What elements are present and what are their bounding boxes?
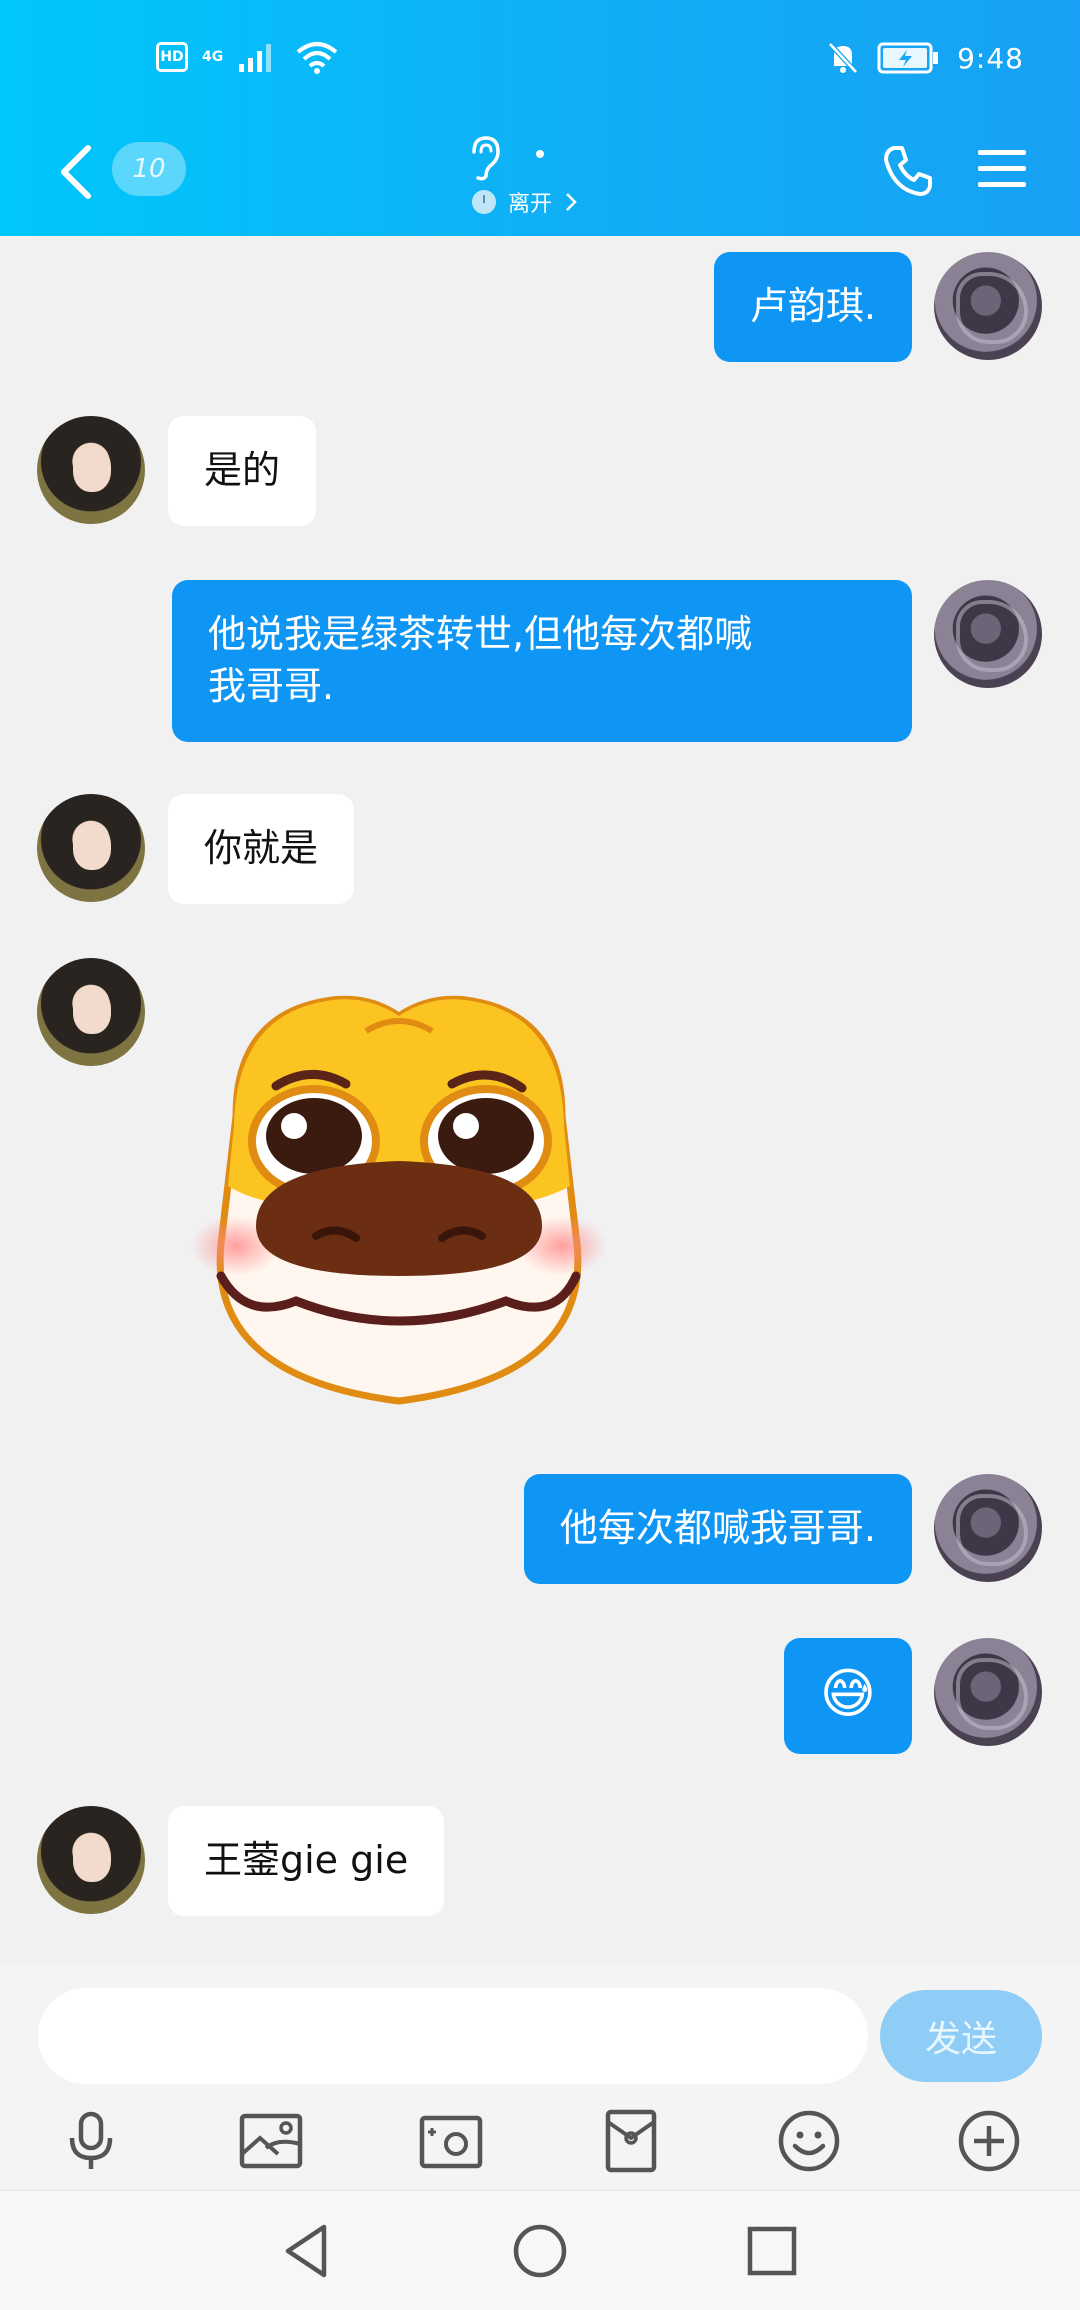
message-bubble-outgoing[interactable]: 卢韵琪. xyxy=(713,252,912,362)
chat-header: HD 4G 9:48 10 离开 xyxy=(0,0,1080,236)
composer: 发送 xyxy=(0,1964,1080,2190)
message-row: 卢韵琪. xyxy=(0,252,1080,362)
message-row: 是的 xyxy=(0,416,1080,526)
presence-label: 离开 xyxy=(508,192,553,217)
chat-nav-bar: 10 离开 xyxy=(0,130,1080,236)
message-bubble-incoming[interactable]: 是的 xyxy=(168,416,317,526)
message-line: 我哥哥. xyxy=(208,664,335,708)
contact-avatar[interactable] xyxy=(37,958,145,1066)
red-packet-icon[interactable] xyxy=(598,2108,664,2174)
message-bubble-emoji[interactable]: 😅 xyxy=(783,1638,912,1754)
microphone-icon[interactable] xyxy=(58,2108,124,2174)
nav-back-button[interactable] xyxy=(278,2221,338,2281)
message-row: 他说我是绿茶转世,但他每次都喊 我哥哥. xyxy=(0,580,1080,742)
nav-home-button[interactable] xyxy=(510,2221,570,2281)
plus-icon[interactable] xyxy=(956,2108,1022,2174)
signal-icon xyxy=(237,40,281,74)
presence-status[interactable]: 离开 xyxy=(472,186,578,218)
nav-recents-button[interactable] xyxy=(742,2221,802,2281)
message-row: 王蓥gie gie xyxy=(0,1806,1080,1916)
my-avatar[interactable] xyxy=(934,1474,1042,1582)
back-button[interactable] xyxy=(52,140,102,204)
circle-home-icon xyxy=(513,2224,567,2278)
ear-icon[interactable] xyxy=(466,134,502,182)
message-bubble-outgoing[interactable]: 他每次都喊我哥哥. xyxy=(523,1474,912,1584)
unread-count-badge[interactable]: 10 xyxy=(112,142,186,196)
status-left: HD 4G xyxy=(156,40,339,74)
message-line: 他说我是绿茶转世,但他每次都喊 xyxy=(208,612,753,656)
wifi-icon xyxy=(295,40,339,74)
clock-icon xyxy=(472,190,496,214)
contact-avatar[interactable] xyxy=(37,794,145,902)
smiling-dog-sticker[interactable] xyxy=(176,976,622,1422)
hd-badge: HD xyxy=(156,42,188,72)
contact-avatar[interactable] xyxy=(37,416,145,524)
hamburger-menu-icon xyxy=(978,150,1026,187)
emoji-icon[interactable] xyxy=(776,2108,842,2174)
triangle-back-icon xyxy=(285,2224,327,2278)
message-row: 😅 xyxy=(0,1638,1080,1754)
status-bar: HD 4G 9:48 xyxy=(0,0,1080,130)
message-row: 他每次都喊我哥哥. xyxy=(0,1474,1080,1584)
system-navigation-bar xyxy=(0,2190,1080,2310)
chevron-left-icon xyxy=(61,145,91,199)
bell-muted-icon xyxy=(825,40,861,76)
contact-name-dot xyxy=(536,150,544,158)
message-input[interactable] xyxy=(38,1988,868,2084)
clock-time: 9:48 xyxy=(957,41,1024,75)
chevron-right-icon xyxy=(566,193,577,211)
square-recents-icon xyxy=(747,2226,797,2276)
message-bubble-incoming[interactable]: 你就是 xyxy=(168,794,355,904)
message-row: 你就是 xyxy=(0,794,1080,904)
message-row xyxy=(0,958,1080,1438)
my-avatar[interactable] xyxy=(934,1638,1042,1746)
network-type: 4G xyxy=(202,49,224,65)
composer-toolbar xyxy=(0,2094,1080,2190)
message-list[interactable]: 卢韵琪. 是的 他说我是绿茶转世,但他每次都喊 我哥哥. 你就是 他每次都喊我哥… xyxy=(0,236,1080,1964)
phone-icon xyxy=(884,146,932,196)
battery-charging-icon xyxy=(877,42,941,74)
send-button[interactable]: 发送 xyxy=(880,1990,1042,2082)
contact-avatar[interactable] xyxy=(37,1806,145,1914)
my-avatar[interactable] xyxy=(934,580,1042,688)
message-bubble-incoming[interactable]: 王蓥gie gie xyxy=(168,1806,445,1916)
my-avatar[interactable] xyxy=(934,252,1042,360)
phone-call-button[interactable] xyxy=(880,142,936,198)
message-bubble-outgoing[interactable]: 他说我是绿茶转世,但他每次都喊 我哥哥. xyxy=(172,580,912,742)
camera-icon[interactable] xyxy=(418,2108,484,2174)
status-right: 9:48 xyxy=(825,40,1024,76)
menu-button[interactable] xyxy=(976,146,1028,192)
image-icon[interactable] xyxy=(238,2108,304,2174)
